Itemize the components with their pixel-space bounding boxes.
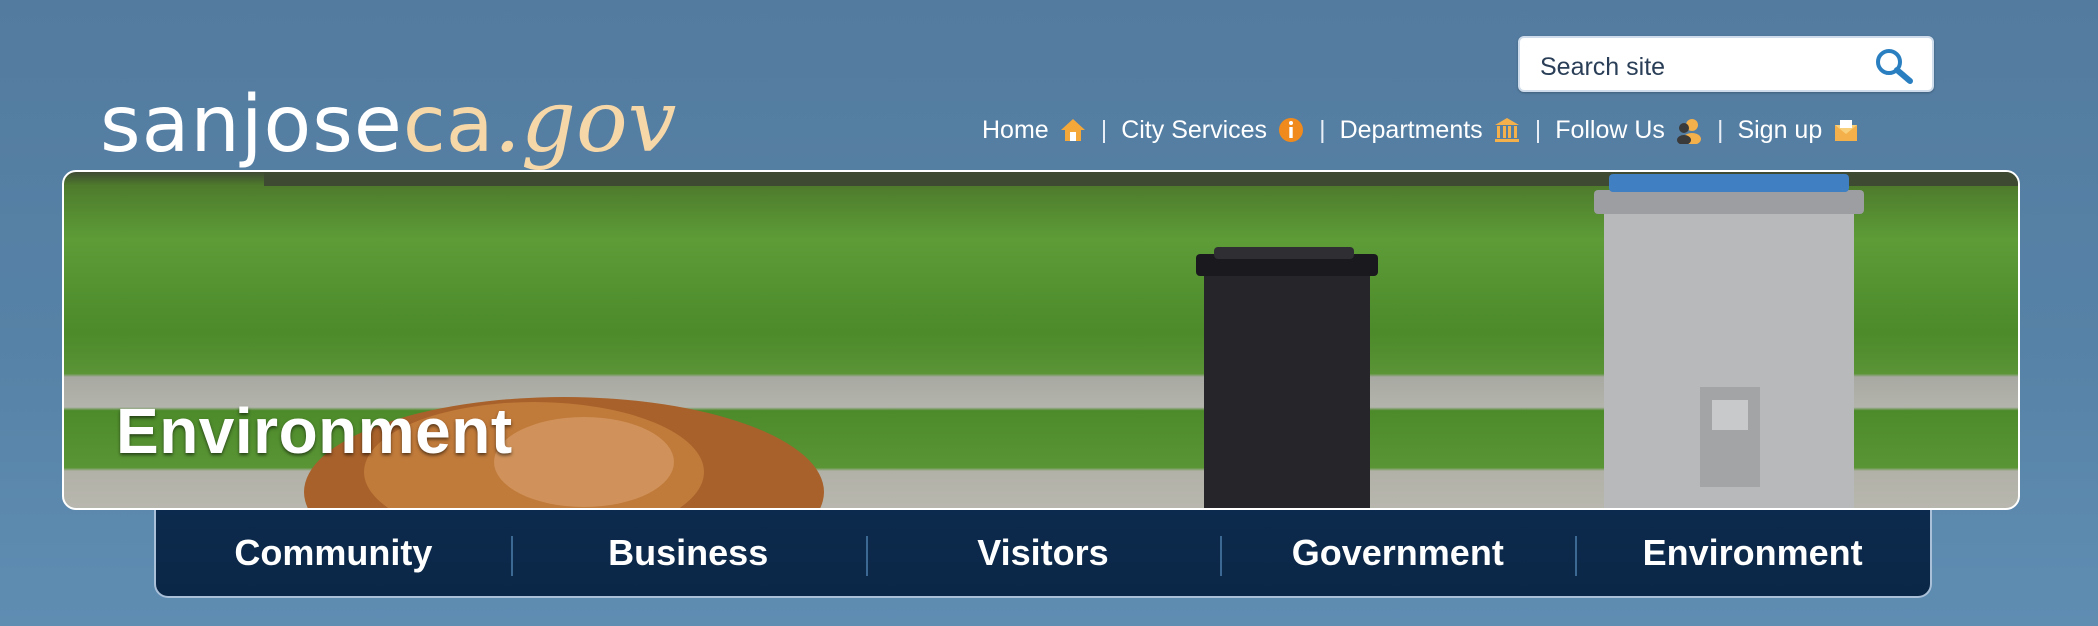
main-nav-community[interactable]: Community (156, 510, 511, 596)
banner-title: Environment (116, 395, 513, 467)
top-nav-city-services[interactable]: City Services (1121, 116, 1305, 145)
top-nav-city-services-label: City Services (1121, 115, 1268, 144)
top-nav-sign-up-label: Sign up (1737, 115, 1823, 144)
main-nav-visitors[interactable]: Visitors (865, 510, 1221, 596)
top-nav-sign-up[interactable]: Sign up (1737, 116, 1860, 145)
top-nav-separator: | (1534, 115, 1542, 144)
top-nav-home[interactable]: Home (982, 116, 1087, 145)
top-nav-follow-us-label: Follow Us (1555, 115, 1665, 144)
top-nav-home-label: Home (982, 115, 1049, 144)
main-nav: Community Business Visitors Government E… (154, 510, 1932, 598)
top-nav-separator: | (1716, 115, 1724, 144)
main-nav-business[interactable]: Business (510, 510, 866, 596)
logo-ca: ca (402, 80, 494, 170)
envelope-icon (1835, 120, 1858, 141)
search-input[interactable]: Search site (1540, 53, 1665, 82)
house-icon (1060, 119, 1085, 141)
top-nav-follow-us[interactable]: Follow Us (1555, 116, 1703, 145)
main-nav-government[interactable]: Government (1220, 510, 1575, 596)
top-nav-departments[interactable]: Departments (1340, 116, 1521, 145)
black-trash-bin (1196, 247, 1378, 508)
building-icon (1494, 118, 1519, 142)
logo-sanjose: sanjose (100, 80, 403, 170)
logo-gov: .gov (493, 72, 677, 172)
top-nav-departments-label: Departments (1339, 115, 1483, 144)
top-nav-separator: | (1319, 115, 1326, 144)
main-nav-environment[interactable]: Environment (1575, 510, 1930, 596)
search-icon[interactable] (1872, 46, 1918, 86)
search-box[interactable]: Search site (1518, 36, 1934, 92)
top-nav-separator: | (1100, 115, 1108, 144)
top-nav: Home | City Services | Departments | Fol… (982, 110, 1860, 150)
people-icon (1676, 119, 1701, 144)
hero-banner: Environment (62, 170, 2020, 510)
info-icon (1279, 118, 1304, 142)
recycling-bin (1594, 174, 1864, 508)
